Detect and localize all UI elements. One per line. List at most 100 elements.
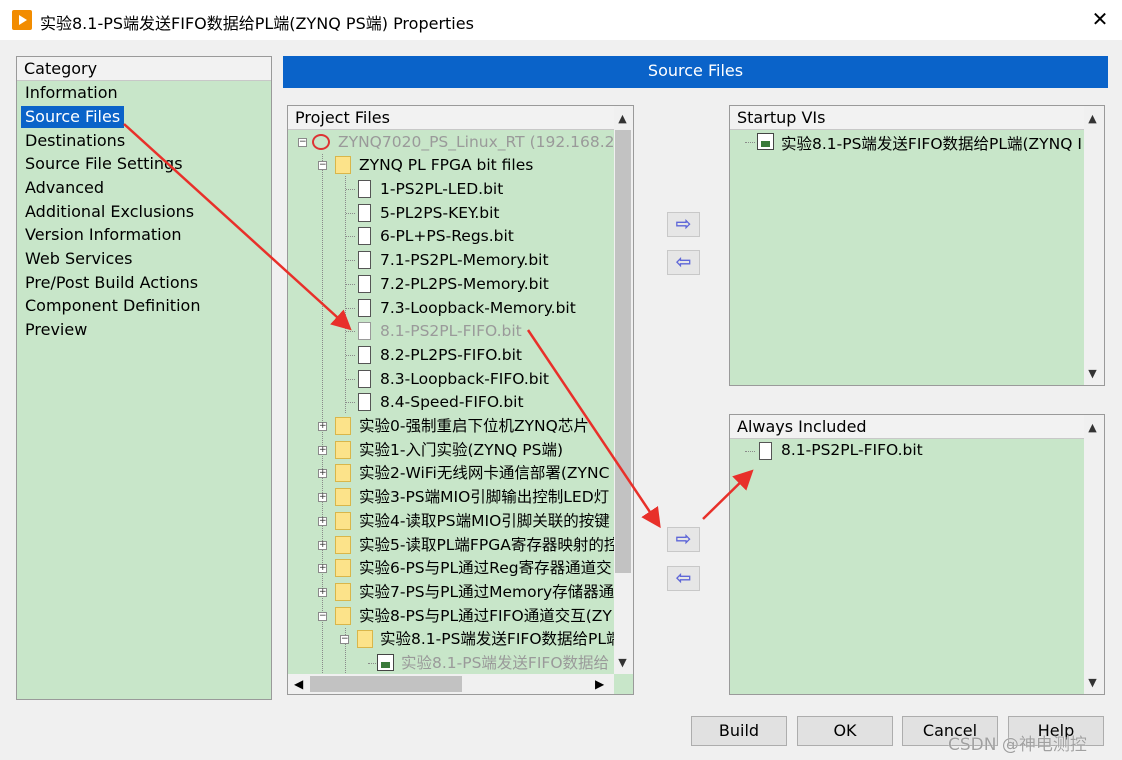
subfolder-label: 实验8.1-PS端发送FIFO数据给PL端	[380, 630, 614, 648]
project-files-header: Project Files	[288, 106, 614, 130]
target-label: ZYNQ7020_PS_Linux_RT (192.168.2.9	[338, 133, 614, 151]
project-files-header-label: Project Files	[295, 108, 390, 127]
collapse-toggle[interactable]: −	[318, 161, 327, 170]
category-item-web-services[interactable]: Web Services	[21, 248, 136, 270]
category-item-pre-post-build-actions[interactable]: Pre/Post Build Actions	[21, 272, 202, 294]
bitfile-label: 1-PS2PL-LED.bit	[380, 180, 504, 198]
tree-row-bit-folder[interactable]: − ZYNQ PL FPGA bit files	[288, 154, 614, 176]
bitfile-label: 7.2-PL2PS-Memory.bit	[380, 275, 549, 293]
collapse-toggle[interactable]: −	[318, 612, 327, 621]
panel-title: Source Files	[283, 56, 1108, 88]
hscroll-thumb[interactable]	[310, 676, 462, 692]
collapse-toggle[interactable]: −	[298, 138, 307, 147]
startup-vis-header-label: Startup VIs	[737, 108, 826, 127]
category-item-source-file-settings[interactable]: Source File Settings	[21, 153, 187, 175]
collapse-toggle[interactable]: −	[340, 635, 349, 644]
folder-icon	[335, 512, 351, 530]
scroll-left-arrow[interactable]: ◀	[294, 677, 303, 691]
bitfile-label: 8.1-PS2PL-FIFO.bit	[380, 322, 522, 340]
folder-label: 实验1-入门实验(ZYNQ PS端)	[359, 441, 564, 459]
vi-label: 实验8.1-PS端发送FIFO数据给	[401, 654, 610, 672]
category-item-advanced[interactable]: Advanced	[21, 177, 108, 199]
file-icon	[358, 346, 371, 364]
project-files-vscrollbar[interactable]: ▲ ▼	[614, 106, 633, 674]
file-icon	[358, 251, 371, 269]
startup-vi-label: 实验8.1-PS端发送FIFO数据给PL端(ZYNQ I	[781, 135, 1082, 153]
scroll-thumb[interactable]	[615, 130, 631, 573]
folder-label: 实验6-PS与PL通过Reg寄存器通道交	[359, 559, 612, 577]
bitfile-label: 7.3-Loopback-Memory.bit	[380, 299, 576, 317]
folder-icon	[335, 583, 351, 601]
file-icon	[358, 393, 371, 411]
always-included-header: Always Included	[730, 415, 1084, 439]
folder-icon	[335, 488, 351, 506]
always-included-label: 8.1-PS2PL-FIFO.bit	[781, 441, 923, 459]
scroll-up-arrow[interactable]: ▲	[1084, 110, 1101, 127]
expand-toggle[interactable]: +	[318, 541, 327, 550]
scroll-right-arrow[interactable]: ▶	[595, 677, 604, 691]
folder-icon	[335, 536, 351, 554]
category-item-preview[interactable]: Preview	[21, 319, 91, 341]
folder-icon	[335, 156, 351, 174]
tree-row-target[interactable]: − ZYNQ7020_PS_Linux_RT (192.168.2.9	[288, 131, 614, 153]
startup-vi-row[interactable]: 实验8.1-PS端发送FIFO数据给PL端(ZYNQ I	[731, 131, 1083, 155]
category-header-label: Category	[24, 59, 98, 78]
category-item-component-definition[interactable]: Component Definition	[21, 295, 204, 317]
folder-icon	[335, 607, 351, 625]
folder-label: 实验2-WiFi无线网卡通信部署(ZYNC	[359, 464, 610, 482]
file-icon	[358, 322, 371, 340]
folder-label: 实验8-PS与PL通过FIFO通道交互(ZY	[359, 607, 612, 625]
add-startup-vi-button[interactable]: ⇨	[667, 212, 700, 237]
project-files-tree-content: − ZYNQ7020_PS_Linux_RT (192.168.2.9 − ZY…	[288, 130, 614, 673]
scroll-down-arrow[interactable]: ▼	[1084, 674, 1101, 691]
build-button[interactable]: Build	[691, 716, 787, 746]
expand-toggle[interactable]: +	[318, 446, 327, 455]
ok-button[interactable]: OK	[797, 716, 893, 746]
file-icon	[358, 227, 371, 245]
folder-label: 实验7-PS与PL通过Memory存储器通	[359, 583, 614, 601]
category-item-destinations[interactable]: Destinations	[21, 130, 129, 152]
file-icon	[358, 204, 371, 222]
close-button[interactable]: ✕	[1088, 6, 1112, 32]
vi-icon	[377, 654, 394, 671]
expand-toggle[interactable]: +	[318, 564, 327, 573]
vi-icon	[757, 133, 774, 150]
category-item-additional-exclusions[interactable]: Additional Exclusions	[21, 201, 198, 223]
scroll-up-arrow[interactable]: ▲	[614, 110, 631, 127]
scroll-up-arrow[interactable]: ▲	[1084, 419, 1101, 436]
bitfile-label: 5-PL2PS-KEY.bit	[380, 204, 500, 222]
bitfile-label: 8.2-PL2PS-FIFO.bit	[380, 346, 522, 364]
bitfile-label: 6-PL+PS-Regs.bit	[380, 227, 514, 245]
add-always-included-button[interactable]: ⇨	[667, 527, 700, 552]
expand-toggle[interactable]: +	[318, 588, 327, 597]
folder-label: 实验5-读取PL端FPGA寄存器映射的控	[359, 536, 614, 554]
bitfile-label: 8.4-Speed-FIFO.bit	[380, 393, 524, 411]
file-icon	[358, 299, 371, 317]
folder-icon	[335, 417, 351, 435]
project-files-hscrollbar[interactable]: ◀ ▶	[288, 674, 614, 694]
scroll-down-arrow[interactable]: ▼	[614, 654, 631, 671]
always-included-header-label: Always Included	[737, 417, 867, 436]
always-included-vscrollbar[interactable]: ▲ ▼	[1084, 415, 1104, 694]
always-included-row[interactable]: 8.1-PS2PL-FIFO.bit	[731, 440, 1083, 464]
scroll-down-arrow[interactable]: ▼	[1084, 365, 1101, 382]
category-item-information[interactable]: Information	[21, 82, 122, 104]
expand-toggle[interactable]: +	[318, 517, 327, 526]
expand-toggle[interactable]: +	[318, 422, 327, 431]
expand-toggle[interactable]: +	[318, 469, 327, 478]
title-bar: 实验8.1-PS端发送FIFO数据给PL端(ZYNQ PS端) Properti…	[0, 0, 1122, 40]
expand-toggle[interactable]: +	[318, 493, 327, 502]
category-item-source-files[interactable]: Source Files	[21, 106, 125, 128]
file-icon	[358, 275, 371, 293]
folder-icon	[335, 559, 351, 577]
startup-vis-vscrollbar[interactable]: ▲ ▼	[1084, 106, 1104, 385]
category-item-version-information[interactable]: Version Information	[21, 224, 186, 246]
folder-label: 实验0-强制重启下位机ZYNQ芯片	[359, 417, 589, 435]
remove-always-included-button[interactable]: ⇦	[667, 566, 700, 591]
rt-target-icon	[312, 134, 330, 150]
watermark: CSDN @神电测控	[948, 735, 1087, 755]
category-header: Category	[17, 57, 271, 81]
remove-startup-vi-button[interactable]: ⇦	[667, 250, 700, 275]
folder-label: 实验4-读取PS端MIO引脚关联的按键	[359, 512, 610, 530]
folder-icon	[357, 630, 373, 648]
